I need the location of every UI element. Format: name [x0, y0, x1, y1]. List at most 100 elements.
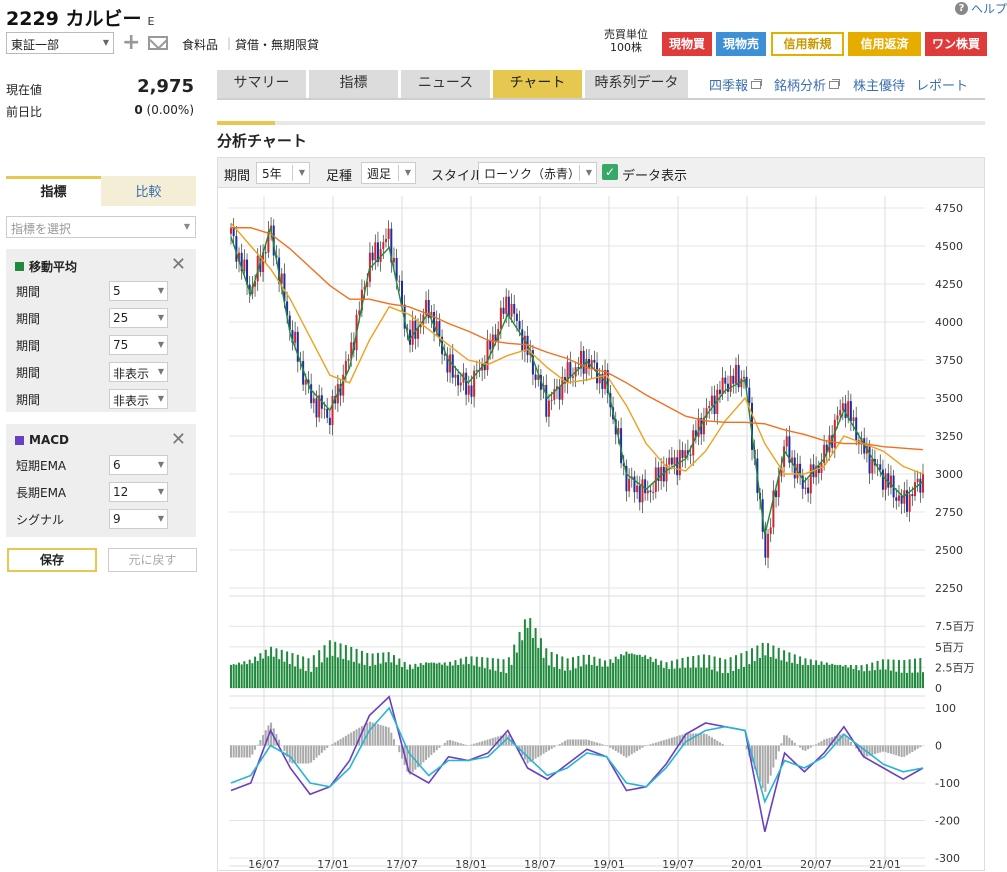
- macd-histogram-bar: [454, 742, 456, 746]
- candle: [690, 455, 692, 456]
- mail-icon[interactable]: [148, 36, 168, 50]
- link-analysis[interactable]: 銘柄分析: [774, 75, 839, 94]
- volume-bar: [770, 657, 772, 688]
- macd-histogram-bar: [302, 746, 304, 764]
- link-shikiho[interactable]: 四季報: [709, 75, 761, 94]
- candle: [524, 336, 526, 352]
- stock-chart[interactable]: 16/0717/0117/0718/0118/0719/0119/0720/01…: [218, 188, 984, 872]
- candle: [647, 491, 649, 494]
- tab-summary[interactable]: サマリー: [217, 70, 306, 98]
- candle: [374, 242, 376, 260]
- ma-period-select-4[interactable]: 非表示▼: [109, 362, 168, 382]
- macd-histogram-bar: [492, 738, 494, 745]
- volume-bar: [719, 658, 721, 688]
- candle: [398, 281, 400, 282]
- candle: [412, 321, 414, 345]
- ma-period-select-1[interactable]: 5▼: [109, 281, 168, 301]
- volume-bar: [639, 655, 641, 688]
- macd-histogram-bar: [438, 746, 440, 748]
- ma-period-select-5[interactable]: 非表示▼: [109, 389, 168, 409]
- link-report[interactable]: レポート: [916, 75, 968, 94]
- volume-bar: [684, 668, 686, 688]
- candle: [519, 321, 521, 329]
- cash-sell-button[interactable]: 現物売: [716, 32, 766, 56]
- volume-bar: [652, 662, 654, 688]
- volume-bar: [585, 664, 587, 688]
- volume-bar: [348, 660, 350, 688]
- candle: [764, 532, 766, 558]
- one-kabu-buy-button[interactable]: ワン株買: [925, 32, 987, 56]
- candle: [329, 418, 331, 425]
- volume-bar: [612, 663, 614, 688]
- volume-bar: [700, 668, 702, 688]
- macd-histogram-bar: [465, 745, 467, 746]
- volume-bar: [265, 650, 267, 688]
- short-ema-select[interactable]: 6▼: [109, 455, 168, 475]
- x-tick-label: 18/07: [524, 858, 556, 871]
- volume-bar: [855, 665, 857, 688]
- x-tick-label: 20/01: [731, 858, 763, 871]
- candle: [636, 486, 638, 493]
- macd-histogram-bar: [350, 733, 352, 746]
- y-tick-label: 2500: [935, 544, 963, 557]
- macd-histogram-bar: [764, 746, 766, 792]
- tab-time-series[interactable]: 時系列データ: [585, 70, 688, 98]
- macd-histogram-bar: [310, 746, 312, 763]
- macd-histogram-bar: [420, 746, 422, 765]
- bar-type-select[interactable]: 週足▼: [361, 162, 416, 184]
- close-icon[interactable]: ✕: [171, 254, 186, 275]
- cash-buy-button[interactable]: 現物買: [662, 32, 712, 56]
- macd-histogram-bar: [847, 739, 849, 746]
- style-select[interactable]: ローソク（赤青）▼: [478, 162, 597, 184]
- volume-bar: [465, 657, 467, 688]
- volume-bar: [649, 657, 651, 688]
- margin-new-button[interactable]: 信用新規: [771, 32, 844, 56]
- candle: [628, 479, 630, 492]
- chevron-down-icon: ▼: [586, 168, 592, 177]
- market-select[interactable]: 東証一部▼: [6, 32, 114, 54]
- period-select[interactable]: 5年▼: [256, 162, 310, 184]
- macd-histogram-bar: [369, 722, 371, 746]
- ma-row-label: 期間: [16, 283, 40, 300]
- candle: [511, 304, 513, 317]
- tab-news[interactable]: ニュース: [401, 70, 490, 98]
- macd-histogram-bar: [553, 746, 555, 748]
- margin-close-button[interactable]: 信用返済: [848, 32, 921, 56]
- tab-chart[interactable]: チャート: [493, 70, 582, 98]
- macd-histogram-bar: [345, 736, 347, 746]
- macd-histogram-bar: [481, 741, 483, 745]
- add-favorite-icon[interactable]: +: [122, 30, 140, 55]
- macd-histogram-bar: [890, 746, 892, 754]
- help-link[interactable]: ?ヘルプ: [955, 0, 1007, 17]
- ma-period-select-3[interactable]: 75▼: [109, 335, 168, 355]
- macd-histogram-bar: [337, 741, 339, 746]
- close-icon[interactable]: ✕: [171, 429, 186, 450]
- volume-bar: [716, 671, 718, 688]
- candle: [265, 252, 267, 253]
- y-tick-label: 4000: [935, 316, 963, 329]
- candle: [898, 496, 900, 501]
- ma-period-select-2[interactable]: 25▼: [109, 308, 168, 328]
- volume-bar: [617, 659, 619, 688]
- macd-histogram-bar: [799, 746, 801, 748]
- volume-bar: [345, 645, 347, 688]
- tab-indicator[interactable]: 指標: [6, 176, 101, 206]
- volume-bar: [473, 665, 475, 688]
- volume-bar: [561, 656, 563, 688]
- indicator-select[interactable]: 指標を選択▼: [6, 216, 196, 238]
- long-ema-select[interactable]: 12▼: [109, 482, 168, 502]
- volume-bar: [679, 668, 681, 688]
- data-display-checkbox[interactable]: ✓: [602, 164, 618, 180]
- volume-bar: [714, 656, 716, 688]
- signal-select[interactable]: 9▼: [109, 509, 168, 529]
- volume-tick-label: 5百万: [935, 641, 964, 654]
- volume-bar: [730, 657, 732, 688]
- candle: [839, 410, 841, 415]
- tab-compare[interactable]: 比較: [101, 176, 196, 206]
- tab-indicators[interactable]: 指標: [309, 70, 398, 98]
- reset-button[interactable]: 元に戻す: [108, 548, 197, 572]
- macd-histogram-bar: [324, 746, 326, 751]
- candle: [895, 497, 897, 501]
- link-benefits[interactable]: 株主優待: [853, 75, 905, 94]
- save-button[interactable]: 保存: [7, 548, 97, 572]
